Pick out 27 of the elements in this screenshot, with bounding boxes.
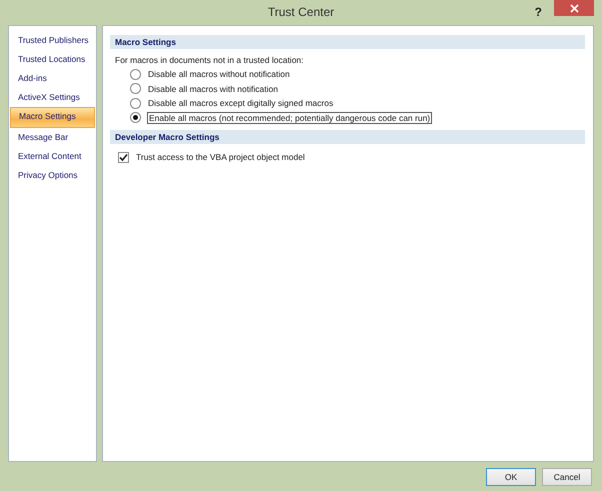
section-header: Developer Macro Settings [110,130,585,144]
close-button[interactable] [554,0,594,16]
help-button[interactable]: ? [534,5,542,19]
section-header: Macro Settings [110,35,585,49]
sidebar-item[interactable]: Add-ins [10,69,95,88]
radio-button[interactable] [130,112,141,124]
sidebar-item[interactable]: ActiveX Settings [10,88,95,107]
sidebar-item[interactable]: External Content [10,147,95,166]
radio-button[interactable] [130,98,141,109]
option-label: Disable all macros except digitally signed macros [147,98,334,108]
option-label: Trust access to the VBA project object model [135,152,306,162]
sidebar-item[interactable]: Privacy Options [10,166,95,185]
option-label: Disable all macros with notification [147,84,279,94]
radio-button[interactable] [130,83,141,94]
cancel-button[interactable]: Cancel [542,468,592,486]
intro-text: For macros in documents not in a trusted location: [115,55,305,65]
sidebar-item[interactable]: Trusted Publishers [10,31,95,50]
checkbox[interactable] [118,152,129,163]
sidebar-item[interactable]: Trusted Locations [10,50,95,69]
option-label: Disable all macros without notification [147,69,291,80]
close-icon [570,4,578,12]
ok-button[interactable]: OK [486,468,536,486]
window-title: Trust Center [266,5,336,19]
option-label: Enable all macros (not recommended; potentially dangerous code can run) [147,112,432,124]
sidebar-item[interactable]: Message Bar [10,128,95,147]
sidebar-item[interactable]: Macro Settings [10,107,95,128]
radio-button[interactable] [130,68,141,80]
